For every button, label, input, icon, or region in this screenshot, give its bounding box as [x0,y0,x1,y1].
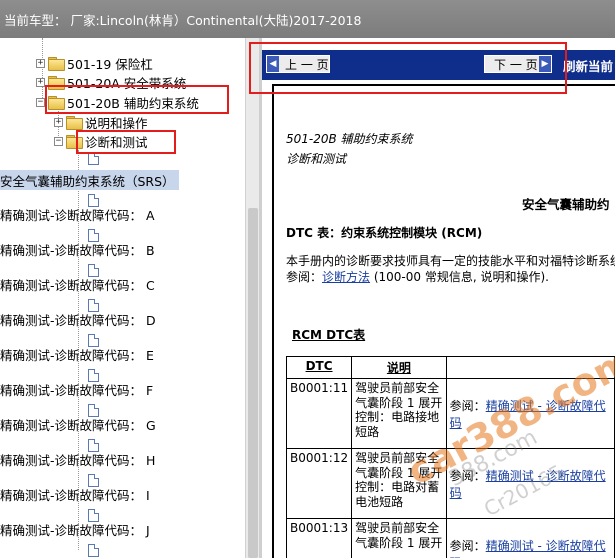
folder-open-icon [66,135,83,149]
collapse-icon[interactable]: − [54,136,63,146]
folder-open-icon [48,96,65,110]
tree-item-description[interactable]: + 说明和操作 [54,112,148,132]
page-heading: 安全气囊辅助约 [522,197,610,212]
table-row: B0001:13 驾驶员前部安全 气囊阶段 1 展开 参阅：精确测试 - 诊断故… [285,518,615,558]
dtc-code: B0001:12 [285,448,353,519]
tree-item-test-d[interactable]: 精确测试-诊断故障代码： D [0,309,156,329]
column-header: 说明 [351,356,447,379]
tree-item-seatbelt[interactable]: + 501-20A 安全带系统 [36,72,186,92]
refresh-current-link[interactable]: 刷新当前 [563,56,613,75]
tree-item-srs[interactable]: − 501-20B 辅助约束系统 [36,92,199,112]
subsection-title: 诊断和测试 [286,152,347,166]
expand-icon[interactable]: + [36,58,45,68]
dtc-code: B0001:11 [285,378,353,449]
dtc-code: B0001:13 [285,518,353,558]
dtc-action: 参阅：精确测试 - 诊断故障代码 [445,518,615,558]
section-title: 501-20B 辅助约束系统 [286,132,413,146]
folder-icon [48,76,65,90]
tree-item-bumpers[interactable]: + 501-19 保险杠 [36,53,153,73]
next-page-button[interactable]: 下 一 页 ▶ [484,55,552,73]
tree-item-test-h[interactable]: 精确测试-诊断故障代码： H [0,449,155,469]
document-content: 501-20B 辅助约束系统 诊断和测试 安全气囊辅助约 DTC 表：约束系统控… [272,84,615,558]
arrow-left-icon: ◀ [267,56,279,72]
folder-icon [48,57,65,71]
intro-text: 本手册内的诊断要求技师具有一定的技能水平和对福特诊断系统 [286,254,615,268]
tree-item-test-c[interactable]: 精确测试-诊断故障代码： C [0,274,155,294]
expand-icon[interactable]: + [36,77,45,87]
vehicle-caption: 当前车型： 厂家:Lincoln(林肯）Continental(大陆)2017-… [4,13,362,28]
tree-item-test-j[interactable]: 精确测试-诊断故障代码： J [0,519,150,539]
tree-item-test-b[interactable]: 精确测试-诊断故障代码： B [0,239,155,259]
expand-icon[interactable]: + [54,117,63,127]
prev-page-button[interactable]: ◀ 上 一 页 [266,55,330,73]
document-icon [88,544,99,557]
scrollbar-thumb[interactable] [248,208,258,558]
tree-item-test-f[interactable]: 精确测试-诊断故障代码： F [0,379,153,399]
collapse-icon[interactable]: − [36,97,45,107]
dtc-description: 驾驶员前部安全 气囊阶段 1 展开 [351,518,447,558]
diagnostic-methods-link[interactable]: 诊断方法 [322,270,370,284]
tree-item-diagnosis[interactable]: − 诊断和测试 [54,131,148,151]
navigation-tree[interactable]: + 501-19 保险杠 + 501-20A 安全带系统 − 501-20B 辅… [0,38,245,558]
rcm-dtc-table-title: RCM DTC表 [292,328,366,342]
dtc-table-title: DTC 表：约束系统控制模块 (RCM) [286,226,483,240]
tree-item-test-g[interactable]: 精确测试-诊断故障代码： G [0,414,156,434]
arrow-right-icon: ▶ [539,56,551,72]
page-navigation-bar: ◀ 上 一 页 下 一 页 ▶ 刷新当前 [262,50,615,80]
tree-item-test-a[interactable]: 精确测试-诊断故障代码： A [0,204,155,224]
tree-item-test-e[interactable]: 精确测试-诊断故障代码： E [0,344,154,364]
title-bar: 当前车型： 厂家:Lincoln(林肯）Continental(大陆)2017-… [0,0,615,38]
tree-scrollbar[interactable] [245,38,259,558]
tree-item-srs-overview[interactable]: 安全气囊辅助约束系统（SRS） [0,170,179,190]
column-header: DTC [285,356,353,379]
reference-line: 参阅：诊断方法 (100-00 常规信息, 说明和操作). [286,270,549,284]
folder-icon [66,116,83,130]
tree-item-test-i[interactable]: 精确测试-诊断故障代码： I [0,484,150,504]
document-icon [88,152,99,165]
